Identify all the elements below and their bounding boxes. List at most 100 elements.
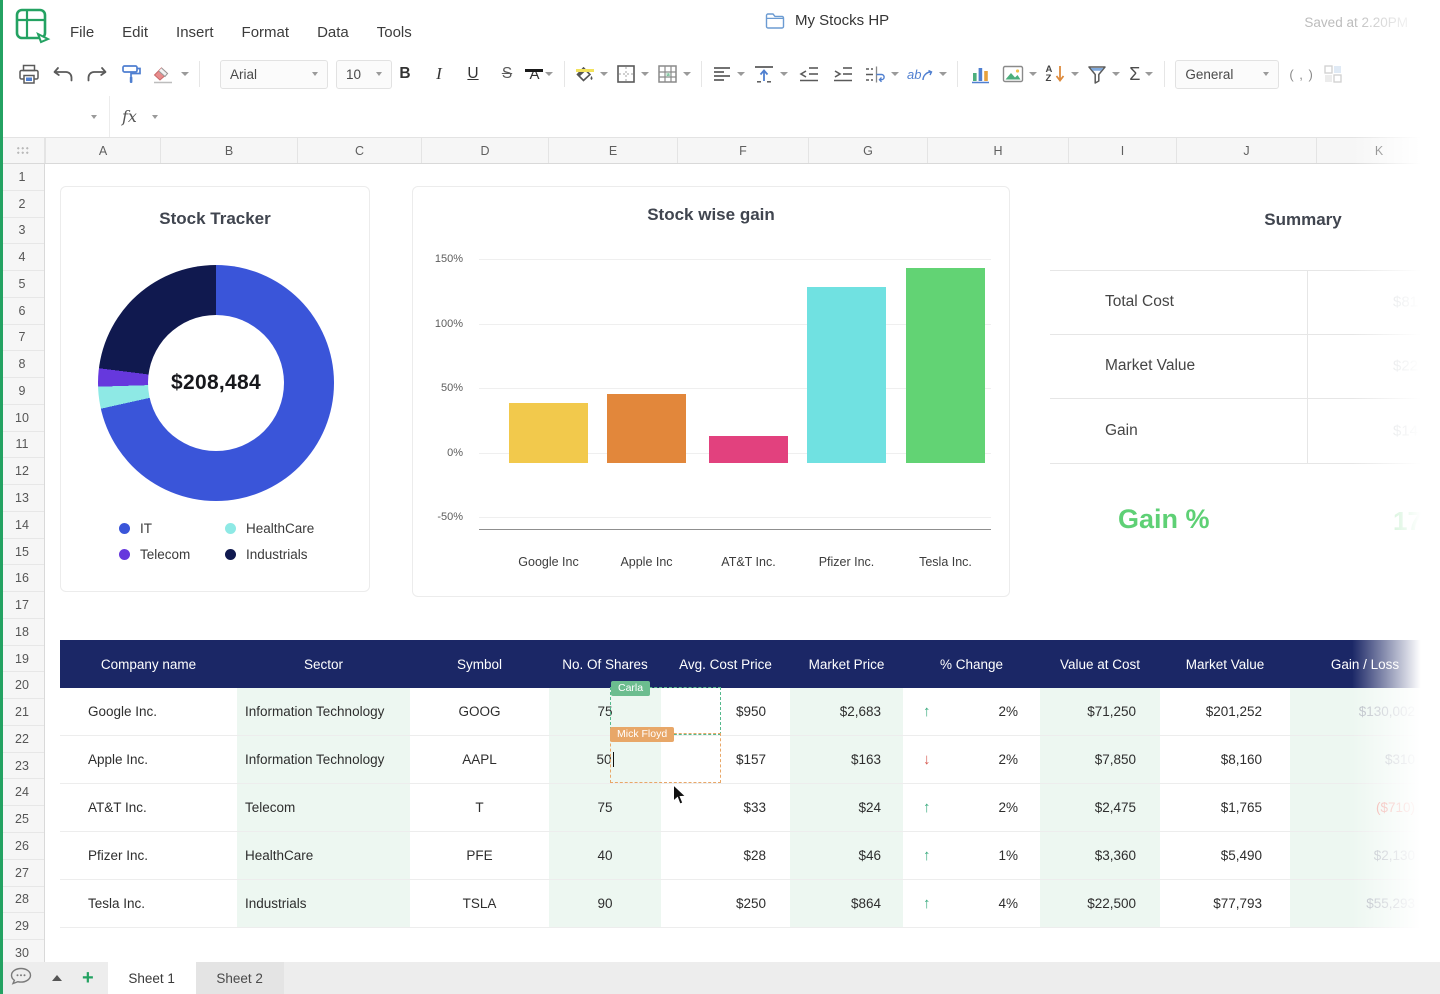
cell-TSLA-market_value[interactable]: $77,793	[1160, 880, 1290, 928]
cell-PFE-change[interactable]: ↑1%	[903, 832, 1040, 880]
row-header-10[interactable]: 10	[0, 405, 44, 432]
row-header-1[interactable]: 1	[0, 164, 44, 191]
select-all-corner[interactable]	[0, 138, 45, 163]
cell-AAPL-market_price[interactable]: $163	[790, 736, 903, 784]
cell-PFE-avg_cost[interactable]: $28	[661, 832, 790, 880]
tab-sheet-1[interactable]: Sheet 1	[108, 962, 196, 994]
cell-PFE-market_value[interactable]: $5,490	[1160, 832, 1290, 880]
horizontal-align-button[interactable]	[712, 59, 745, 89]
cell-AAPL-gain_loss[interactable]: $310	[1290, 736, 1440, 784]
undo-button[interactable]	[50, 59, 76, 89]
cell-PFE-company[interactable]: Pfizer Inc.	[60, 832, 237, 880]
cell-AAPL-change[interactable]: ↓2%	[903, 736, 1040, 784]
row-header-17[interactable]: 17	[0, 592, 44, 619]
row-header-26[interactable]: 26	[0, 833, 44, 860]
column-header-F[interactable]: F	[677, 138, 808, 163]
row-header-16[interactable]: 16	[0, 565, 44, 592]
cell-TSLA-sector[interactable]: Industrials	[237, 880, 410, 928]
row-header-21[interactable]: 21	[0, 699, 44, 726]
decrease-indent-button[interactable]	[796, 59, 822, 89]
document-title[interactable]: My Stocks HP	[795, 12, 889, 29]
cell-T-gain_loss[interactable]: ($710)	[1290, 784, 1440, 832]
row-header-2[interactable]: 2	[0, 191, 44, 218]
row-header-15[interactable]: 15	[0, 539, 44, 566]
comma-format-button[interactable]: ( , )	[1289, 67, 1314, 82]
row-header-23[interactable]: 23	[0, 753, 44, 780]
row-header-11[interactable]: 11	[0, 432, 44, 459]
cell-name-box[interactable]	[0, 96, 110, 137]
cell-GOOG-market_price[interactable]: $2,683	[790, 688, 903, 736]
row-header-27[interactable]: 27	[0, 860, 44, 887]
row-header-3[interactable]: 3	[0, 218, 44, 245]
cell-PFE-sector[interactable]: HealthCare	[237, 832, 410, 880]
column-header-C[interactable]: C	[297, 138, 421, 163]
menu-file[interactable]: File	[70, 24, 94, 41]
comments-icon[interactable]	[10, 967, 32, 990]
cell-TSLA-company[interactable]: Tesla Inc.	[60, 880, 237, 928]
cell-T-value_at_cost[interactable]: $2,475	[1040, 784, 1160, 832]
cell-PFE-symbol[interactable]: PFE	[410, 832, 549, 880]
row-header-24[interactable]: 24	[0, 779, 44, 806]
table-header-avg-cost-price[interactable]: Avg. Cost Price	[661, 640, 790, 688]
column-header-K[interactable]: K	[1316, 138, 1440, 163]
cell-T-change[interactable]: ↑2%	[903, 784, 1040, 832]
cell-GOOG-sector[interactable]: Information Technology	[237, 688, 410, 736]
cell-TSLA-avg_cost[interactable]: $250	[661, 880, 790, 928]
italic-button[interactable]: I	[426, 59, 452, 89]
cell-TSLA-symbol[interactable]: TSLA	[410, 880, 549, 928]
row-header-25[interactable]: 25	[0, 806, 44, 833]
text-color-button[interactable]: A	[528, 59, 554, 89]
cell-GOOG-market_value[interactable]: $201,252	[1160, 688, 1290, 736]
underline-button[interactable]: U	[460, 59, 486, 89]
cell-T-market_price[interactable]: $24	[790, 784, 903, 832]
print-button[interactable]	[16, 59, 42, 89]
row-header-4[interactable]: 4	[0, 244, 44, 271]
menu-insert[interactable]: Insert	[176, 24, 214, 41]
redo-button[interactable]	[84, 59, 110, 89]
filter-button[interactable]	[1087, 59, 1120, 89]
cell-T-symbol[interactable]: T	[410, 784, 549, 832]
eraser-button[interactable]	[152, 59, 189, 89]
cell-PFE-value_at_cost[interactable]: $3,360	[1040, 832, 1160, 880]
cell-TSLA-value_at_cost[interactable]: $22,500	[1040, 880, 1160, 928]
column-header-D[interactable]: D	[421, 138, 548, 163]
row-header-5[interactable]: 5	[0, 271, 44, 298]
table-header--change[interactable]: % Change	[903, 640, 1040, 688]
column-header-J[interactable]: J	[1176, 138, 1316, 163]
font-family-select[interactable]: Arial	[220, 60, 328, 89]
row-header-7[interactable]: 7	[0, 325, 44, 352]
cell-GOOG-gain_loss[interactable]: $130,002	[1290, 688, 1440, 736]
row-header-30[interactable]: 30	[0, 940, 44, 962]
column-header-I[interactable]: I	[1068, 138, 1176, 163]
column-header-G[interactable]: G	[808, 138, 927, 163]
cell-AAPL-company[interactable]: Apple Inc.	[60, 736, 237, 784]
column-header-A[interactable]: A	[45, 138, 160, 163]
tab-sheet-2[interactable]: Sheet 2	[196, 962, 284, 994]
cell-T-market_value[interactable]: $1,765	[1160, 784, 1290, 832]
cell-GOOG-symbol[interactable]: GOOG	[410, 688, 549, 736]
column-header-H[interactable]: H	[927, 138, 1068, 163]
cell-AAPL-sector[interactable]: Information Technology	[237, 736, 410, 784]
row-header-20[interactable]: 20	[0, 672, 44, 699]
row-header-28[interactable]: 28	[0, 887, 44, 914]
cell-TSLA-shares[interactable]: 90	[549, 880, 661, 928]
add-sheet-button[interactable]: +	[82, 968, 94, 988]
cell-GOOG-company[interactable]: Google Inc.	[60, 688, 237, 736]
cell-GOOG-value_at_cost[interactable]: $71,250	[1040, 688, 1160, 736]
table-header-symbol[interactable]: Symbol	[410, 640, 549, 688]
cell-PFE-market_price[interactable]: $46	[790, 832, 903, 880]
text-rotate-button[interactable]: ab	[907, 59, 947, 89]
column-header-B[interactable]: B	[160, 138, 297, 163]
table-header-market-price[interactable]: Market Price	[790, 640, 903, 688]
row-header-9[interactable]: 9	[0, 378, 44, 405]
paint-format-button[interactable]	[118, 59, 144, 89]
cell-PFE-gain_loss[interactable]: $2,130	[1290, 832, 1440, 880]
row-header-14[interactable]: 14	[0, 512, 44, 539]
font-size-select[interactable]: 10	[336, 60, 392, 89]
insert-image-button[interactable]	[1002, 59, 1037, 89]
cell-T-shares[interactable]: 75	[549, 784, 661, 832]
borders-button[interactable]	[616, 59, 649, 89]
row-header-6[interactable]: 6	[0, 298, 44, 325]
menu-data[interactable]: Data	[317, 24, 349, 41]
number-format-select[interactable]: General	[1175, 60, 1279, 89]
